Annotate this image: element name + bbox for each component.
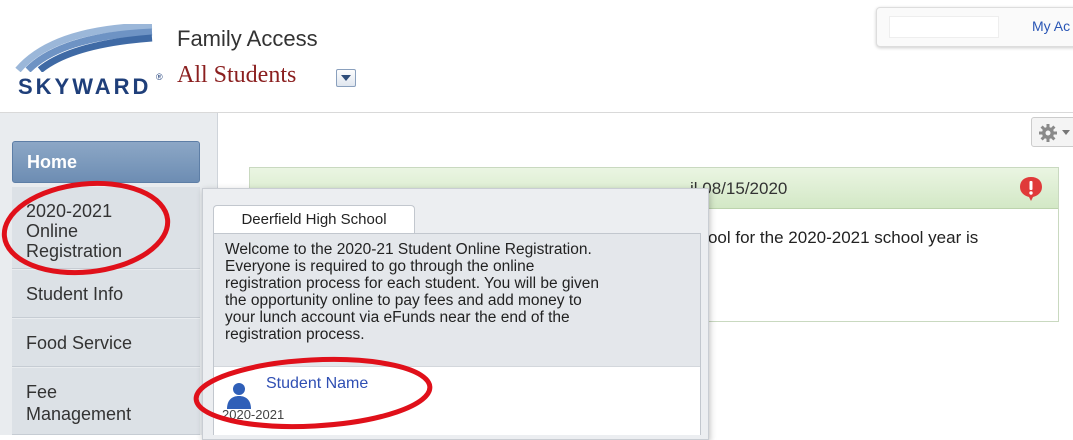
sidebar-item-student-info[interactable]: Student Info — [12, 270, 200, 318]
chevron-down-icon[interactable] — [336, 69, 356, 87]
skyward-logo: SKYWARD ® — [14, 22, 164, 104]
sidebar-item-label-line: 2020-2021 — [26, 201, 113, 221]
sidebar-item-label: Home — [27, 152, 78, 172]
welcome-line: registration process for each student. Y… — [225, 275, 599, 292]
person-icon — [227, 383, 251, 409]
my-account-link[interactable]: My Ac — [1032, 18, 1070, 34]
welcome-line: Welcome to the 2020-21 Student Online Re… — [225, 241, 592, 258]
school-year-label: 2020-2021 — [222, 407, 285, 422]
welcome-line: your lunch account via eFunds near the e… — [225, 309, 570, 326]
logo-registered-mark: ® — [156, 72, 163, 82]
welcome-message: Welcome to the 2020-21 Student Online Re… — [225, 241, 695, 343]
caret-down-icon — [1062, 130, 1070, 135]
tab-school[interactable]: Deerfield High School — [213, 205, 415, 234]
alert-body-text: chool for the 2020-2021 school year is — [690, 228, 979, 247]
student-name-link[interactable]: Student Name — [266, 375, 368, 393]
sidebar-item-label: Food Service — [26, 333, 133, 353]
app-title: Family Access — [177, 26, 318, 51]
settings-button[interactable] — [1031, 117, 1073, 147]
logo-swoosh-icon — [15, 22, 153, 73]
sidebar-item-label-line: Online — [26, 221, 79, 241]
sidebar-item-fee-management[interactable]: Fee Management — [12, 368, 200, 435]
popup-content: Welcome to the 2020-21 Student Online Re… — [213, 233, 701, 435]
sidebar: Home 2020-2021 Online Registration Stude… — [0, 113, 218, 435]
registration-popup: Deerfield High School Welcome to the 202… — [202, 188, 709, 440]
exclamation-icon — [1020, 177, 1042, 201]
gear-icon — [1039, 124, 1057, 142]
student-row[interactable]: Student Name 2020-2021 — [214, 366, 700, 435]
sidebar-item-online-registration[interactable]: 2020-2021 Online Registration — [12, 187, 200, 269]
logo-text: SKYWARD — [18, 74, 152, 99]
sidebar-item-label-line: Registration — [26, 241, 123, 261]
sidebar-item-label: Student Info — [26, 284, 124, 304]
sidebar-item-food-service[interactable]: Food Service — [12, 319, 200, 367]
sidebar-item-label-line: Fee — [26, 382, 58, 402]
sidebar-item-home[interactable]: Home — [12, 141, 200, 183]
welcome-line: Everyone is required to go through the o… — [225, 258, 535, 275]
welcome-line: registration process. — [225, 326, 365, 343]
sidebar-item-label-line: Management — [26, 404, 132, 424]
account-box: My Ac — [876, 7, 1073, 47]
student-selector[interactable]: All Students — [177, 62, 296, 89]
welcome-line: the opportunity online to pay fees and a… — [225, 292, 582, 309]
account-name-field — [889, 16, 999, 38]
header: SKYWARD ® Family Access All Students My … — [0, 0, 1073, 113]
